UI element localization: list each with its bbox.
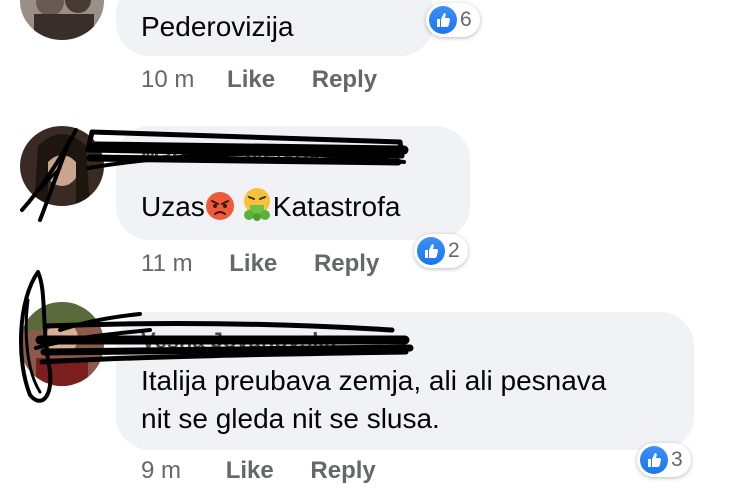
like-button[interactable]: Like xyxy=(227,66,275,93)
vomiting-face-icon xyxy=(241,187,273,231)
comment-3-author[interactable]: Vesna Jovanovska xyxy=(141,328,337,354)
reply-button[interactable]: Reply xyxy=(312,66,377,93)
comment-2-text-after: Katastrofa xyxy=(272,191,401,222)
like-reaction-icon xyxy=(417,237,445,265)
like-reaction-icon xyxy=(640,446,668,474)
timestamp[interactable]: 9 m xyxy=(141,457,181,484)
timestamp[interactable]: 11 m xyxy=(141,250,193,277)
reaction-count: 2 xyxy=(448,239,460,262)
reply-button[interactable]: Reply xyxy=(310,457,375,484)
comment-2-author[interactable]: Marinela Svetkovska xyxy=(141,142,357,168)
comment-2-avatar[interactable] xyxy=(20,126,104,206)
comment-2-meta: 11 m Like Reply xyxy=(141,250,379,278)
reply-button[interactable]: Reply xyxy=(314,250,379,277)
comment-2-text: Uzas Katastrofa xyxy=(141,187,400,231)
like-reaction-icon xyxy=(429,6,457,34)
comment-2-reactions[interactable]: 2 xyxy=(414,234,468,268)
comment-2-text-before: Uzas xyxy=(141,191,205,222)
comment-1-meta: 10 m Like Reply xyxy=(141,66,377,94)
comment-1-text: Pederovizija xyxy=(141,11,294,42)
comment-1-reactions[interactable]: 6 xyxy=(426,3,480,37)
comment-3-text-line-2: nit se gleda nit se slusa. xyxy=(141,403,440,434)
like-button[interactable]: Like xyxy=(226,457,274,484)
comment-3-avatar[interactable] xyxy=(20,302,104,386)
like-button[interactable]: Like xyxy=(229,250,277,277)
reaction-count: 3 xyxy=(671,448,683,471)
comment-3-meta: 9 m Like Reply xyxy=(141,457,376,485)
angry-face-icon xyxy=(205,191,235,231)
comment-3-reactions[interactable]: 3 xyxy=(637,443,691,477)
comment-1-avatar[interactable] xyxy=(20,0,104,40)
comment-3-text-line-1: Italija preubava zemja, ali ali pesnava xyxy=(141,365,607,396)
timestamp[interactable]: 10 m xyxy=(141,66,194,93)
reaction-count: 6 xyxy=(460,8,472,31)
